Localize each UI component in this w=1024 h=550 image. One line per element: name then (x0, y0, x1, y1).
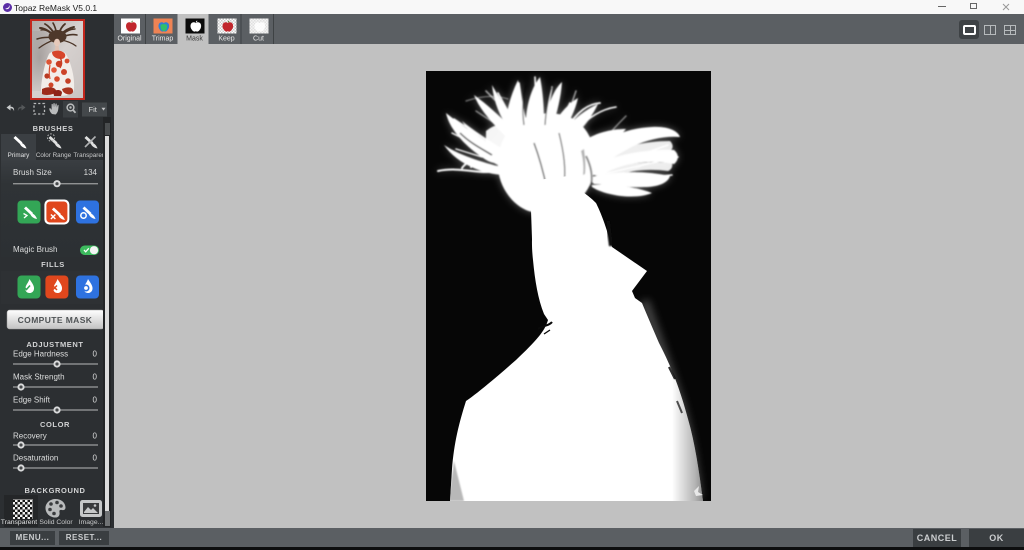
svg-text:Cut: Cut (253, 36, 264, 43)
svg-text:ADJUSTMENT: ADJUSTMENT (26, 340, 83, 349)
svg-text:0: 0 (93, 373, 98, 382)
svg-text:Fit: Fit (89, 105, 98, 114)
svg-text:Brush Size: Brush Size (13, 168, 52, 177)
svg-text:COMPUTE MASK: COMPUTE MASK (18, 315, 93, 325)
svg-text:Desaturation: Desaturation (13, 454, 58, 463)
svg-text:Keep: Keep (218, 36, 234, 43)
svg-text:Trimap: Trimap (152, 36, 174, 43)
svg-text:Recovery: Recovery (13, 432, 47, 441)
svg-text:0: 0 (93, 396, 98, 405)
svg-text:134: 134 (84, 168, 98, 177)
svg-text:0: 0 (93, 454, 98, 463)
svg-text:0: 0 (93, 350, 98, 359)
svg-text:BACKGROUND: BACKGROUND (25, 486, 86, 495)
svg-text:Transparency: Transparency (73, 152, 107, 159)
svg-text:Original: Original (117, 36, 142, 43)
svg-text:Mask Strength: Mask Strength (13, 373, 65, 382)
svg-text:Color Range: Color Range (36, 152, 72, 159)
svg-text:COLOR: COLOR (40, 420, 70, 429)
svg-text:Edge Hardness: Edge Hardness (13, 350, 68, 359)
svg-text:Mask: Mask (186, 36, 203, 43)
svg-text:Edge Shift: Edge Shift (13, 396, 51, 405)
svg-text:Magic Brush: Magic Brush (13, 245, 57, 254)
svg-text:Transparent: Transparent (1, 519, 38, 526)
svg-text:Solid Color: Solid Color (39, 519, 73, 526)
svg-text:Primary: Primary (8, 152, 31, 159)
svg-text:Image...: Image... (79, 519, 104, 526)
svg-text:FILLS: FILLS (41, 260, 65, 269)
svg-text:0: 0 (93, 432, 98, 441)
svg-text:BRUSHES: BRUSHES (33, 124, 74, 133)
